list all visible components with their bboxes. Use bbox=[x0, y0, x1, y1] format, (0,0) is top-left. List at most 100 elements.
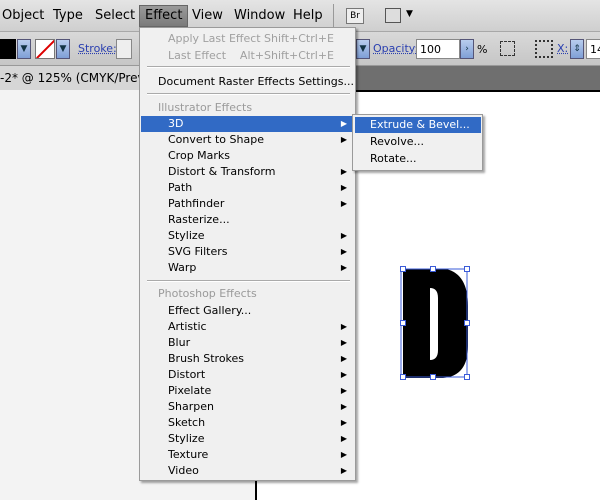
menu-item-sharpen[interactable]: Sharpen ▶ bbox=[141, 399, 354, 415]
submenu-arrow-icon: ▶ bbox=[340, 247, 347, 256]
menu-item-stylize[interactable]: Stylize ▶ bbox=[141, 228, 354, 244]
label: Crop Marks bbox=[168, 149, 231, 162]
menu-item-sketch[interactable]: Sketch ▶ bbox=[141, 415, 354, 431]
submenu-arrow-icon: ▶ bbox=[340, 434, 347, 443]
label: Rasterize... bbox=[168, 213, 230, 226]
separator bbox=[147, 280, 350, 282]
stroke-swatch-none-icon[interactable] bbox=[35, 39, 55, 59]
letter-d-artwork[interactable] bbox=[398, 266, 472, 382]
menu-item-crop-marks[interactable]: Crop Marks bbox=[141, 148, 354, 164]
label: Pathfinder bbox=[168, 197, 225, 210]
opacity-label[interactable]: Opacity: bbox=[373, 42, 418, 55]
selection-handle[interactable] bbox=[400, 374, 406, 380]
opacity-arrow-button[interactable]: › bbox=[460, 39, 474, 59]
menu-item-svg-filters[interactable]: SVG Filters ▶ bbox=[141, 244, 354, 260]
align-icon[interactable] bbox=[500, 41, 515, 56]
label: Path bbox=[168, 181, 193, 194]
shortcut: Shift+Ctrl+E bbox=[264, 32, 334, 45]
menu-type[interactable]: Type bbox=[53, 8, 83, 23]
document-tab[interactable]: -2* @ 125% (CMYK/Prev bbox=[0, 66, 150, 90]
menu-item-path[interactable]: Path ▶ bbox=[141, 180, 354, 196]
chevron-down-icon[interactable]: ▼ bbox=[406, 9, 413, 19]
submenu-arrow-icon: ▶ bbox=[340, 199, 347, 208]
fill-dropdown[interactable]: ▼ bbox=[17, 39, 31, 59]
menu-item-distort[interactable]: Distort ▶ bbox=[141, 367, 354, 383]
submenu-arrow-icon: ▶ bbox=[340, 402, 347, 411]
section-header-illustrator: Illustrator Effects bbox=[158, 101, 253, 114]
selection-handle[interactable] bbox=[464, 320, 470, 326]
label: Video bbox=[168, 464, 199, 477]
x-input[interactable]: 14 bbox=[586, 39, 600, 59]
menu-item-apply-last-effect[interactable]: Apply Last Effect Shift+Ctrl+E bbox=[141, 31, 354, 47]
submenu-arrow-icon: ▶ bbox=[340, 183, 347, 192]
stroke-label[interactable]: Stroke: bbox=[78, 42, 117, 55]
x-label[interactable]: X: bbox=[557, 42, 568, 55]
opacity-input[interactable]: 100 bbox=[416, 39, 460, 59]
selection-handle[interactable] bbox=[430, 266, 436, 272]
3d-submenu: Extrude & Bevel... Revolve... Rotate... bbox=[352, 114, 483, 171]
menu-item-rotate[interactable]: Rotate... bbox=[355, 151, 481, 167]
stroke-stepper[interactable] bbox=[116, 39, 132, 59]
bridge-button[interactable]: Br bbox=[346, 8, 364, 24]
label: Blur bbox=[168, 336, 191, 349]
menu-item-distort-transform[interactable]: Distort & Transform ▶ bbox=[141, 164, 354, 180]
selection-handle[interactable] bbox=[400, 266, 406, 272]
menu-item-document-raster-effects-settings[interactable]: Document Raster Effects Settings... bbox=[141, 74, 354, 90]
submenu-arrow-icon: ▶ bbox=[340, 263, 347, 272]
section-header-photoshop: Photoshop Effects bbox=[158, 287, 257, 300]
label: Distort & Transform bbox=[168, 165, 276, 178]
submenu-arrow-icon: ▶ bbox=[340, 322, 347, 331]
menu-window[interactable]: Window bbox=[234, 8, 285, 23]
menu-object[interactable]: Object bbox=[2, 8, 44, 23]
percent-label: % bbox=[477, 43, 488, 56]
menu-item-convert-to-shape[interactable]: Convert to Shape ▶ bbox=[141, 132, 354, 148]
workspace-icon[interactable] bbox=[385, 8, 401, 23]
submenu-arrow-icon: ▶ bbox=[340, 386, 347, 395]
menu-item-brush-strokes[interactable]: Brush Strokes ▶ bbox=[141, 351, 354, 367]
menu-item-video[interactable]: Video ▶ bbox=[141, 463, 354, 479]
label: Distort bbox=[168, 368, 206, 381]
menu-item-artistic[interactable]: Artistic ▶ bbox=[141, 319, 354, 335]
label: Apply Last Effect bbox=[168, 32, 261, 45]
fill-swatch[interactable] bbox=[0, 39, 16, 59]
selection-handle[interactable] bbox=[464, 374, 470, 380]
menu-item-revolve[interactable]: Revolve... bbox=[355, 134, 481, 150]
menu-effect[interactable]: Effect bbox=[139, 5, 189, 27]
menu-item-pathfinder[interactable]: Pathfinder ▶ bbox=[141, 196, 354, 212]
selection-handle[interactable] bbox=[430, 374, 436, 380]
x-stepper[interactable]: ⇕ bbox=[570, 39, 584, 59]
menu-item-extrude-bevel[interactable]: Extrude & Bevel... bbox=[355, 117, 481, 133]
divider bbox=[333, 4, 334, 28]
menu-item-stylize[interactable]: Stylize ▶ bbox=[141, 431, 354, 447]
submenu-arrow-icon: ▶ bbox=[340, 466, 347, 475]
label: Convert to Shape bbox=[168, 133, 264, 146]
submenu-arrow-icon: ▶ bbox=[340, 119, 347, 128]
shortcut: Alt+Shift+Ctrl+E bbox=[239, 49, 334, 62]
menu-item-blur[interactable]: Blur ▶ bbox=[141, 335, 354, 351]
style-dropdown[interactable]: ▼ bbox=[356, 39, 370, 59]
label: Brush Strokes bbox=[168, 352, 245, 365]
menu-help[interactable]: Help bbox=[293, 8, 323, 23]
menu-item-pixelate[interactable]: Pixelate ▶ bbox=[141, 383, 354, 399]
label: Effect Gallery... bbox=[168, 304, 252, 317]
menu-item-rasterize[interactable]: Rasterize... bbox=[141, 212, 354, 228]
stroke-dropdown[interactable]: ▼ bbox=[56, 39, 70, 59]
selection-handle[interactable] bbox=[400, 320, 406, 326]
submenu-arrow-icon: ▶ bbox=[340, 370, 347, 379]
menu-item-texture[interactable]: Texture ▶ bbox=[141, 447, 354, 463]
menu-view[interactable]: View bbox=[192, 8, 223, 23]
menu-item-3d[interactable]: 3D ▶ bbox=[141, 116, 354, 132]
submenu-arrow-icon: ▶ bbox=[340, 450, 347, 459]
reference-point-icon[interactable] bbox=[535, 40, 553, 58]
label: Last Effect bbox=[168, 49, 227, 62]
menu-select[interactable]: Select bbox=[95, 8, 135, 23]
menu-item-effect-gallery[interactable]: Effect Gallery... bbox=[141, 303, 354, 319]
label: Stylize bbox=[168, 432, 205, 445]
label: Warp bbox=[168, 261, 197, 274]
menu-item-warp[interactable]: Warp ▶ bbox=[141, 260, 354, 276]
selection-handle[interactable] bbox=[464, 266, 470, 272]
label: 3D bbox=[168, 117, 184, 130]
menu-item-last-effect[interactable]: Last Effect Alt+Shift+Ctrl+E bbox=[141, 48, 354, 64]
label: Pixelate bbox=[168, 384, 212, 397]
submenu-arrow-icon: ▶ bbox=[340, 167, 347, 176]
